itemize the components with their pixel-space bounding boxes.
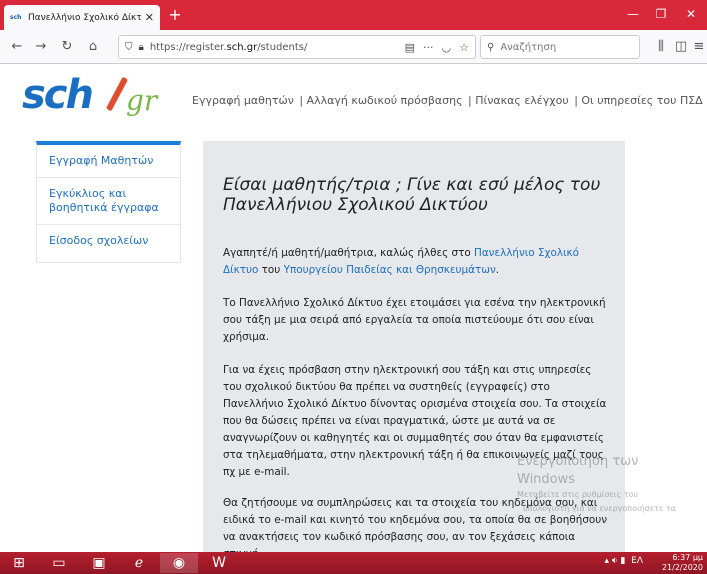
- browser-titlebar: sch Πανελλήνιο Σχολικό Δίκτυο - Ε ✕ + — …: [0, 0, 707, 30]
- activation-watermark-hint1: Μεταβείτε στις ρυθμίσεις του: [517, 490, 639, 499]
- window-close-button[interactable]: ✕: [679, 4, 703, 24]
- paragraph-classroom: Το Πανελλήνιο Σχολικό Δίκτυο έχει ετοιμά…: [223, 297, 606, 343]
- word-icon[interactable]: W: [200, 553, 238, 573]
- shield-icon[interactable]: ⛉: [125, 42, 133, 53]
- sidebar-item-registration[interactable]: Εγγραφή Μαθητών: [37, 145, 180, 178]
- internet-explorer-icon[interactable]: ℯ: [120, 553, 158, 573]
- control-panel-icon[interactable]: ▣: [80, 553, 118, 573]
- address-bar[interactable]: ⛉ 🔒︎ https://register.sch.gr/students/ ▤…: [118, 35, 476, 59]
- browser-navbar: ← → ↻ ⌂ ⛉ 🔒︎ https://register.sch.gr/stu…: [0, 30, 707, 64]
- menu-icon[interactable]: ≡: [690, 38, 707, 56]
- logo-tld-text: gr: [126, 84, 158, 117]
- home-button[interactable]: ⌂: [84, 38, 102, 56]
- logo-pencil-icon: [105, 76, 129, 112]
- reload-button[interactable]: ↻: [58, 38, 76, 56]
- bookmark-star-icon[interactable]: ☆: [459, 41, 469, 54]
- intro-paragraph: Αγαπητέ/ή μαθητή/μαθήτρια, καλώς ήλθες σ…: [223, 247, 580, 276]
- tray-arrow-icon[interactable]: ▴: [605, 556, 610, 566]
- sidebar: Εγγραφή Μαθητών Εγκύκλιος και βοηθητικά …: [36, 141, 181, 263]
- lock-icon[interactable]: 🔒︎: [139, 42, 144, 53]
- browser-tab[interactable]: sch Πανελλήνιο Σχολικό Δίκτυο - Ε ✕: [4, 5, 160, 30]
- page-actions-icon[interactable]: ···: [423, 41, 434, 54]
- page-title: Είσαι μαθητής/τρια ; Γίνε και εσύ μέλος …: [223, 175, 601, 215]
- url-text: https://register.sch.gr/students/: [149, 41, 308, 53]
- nav-link-control-panel[interactable]: | Πίνακας ελέγχου: [468, 94, 569, 107]
- tab-title: Πανελλήνιο Σχολικό Δίκτυο - Ε: [28, 12, 141, 23]
- system-tray[interactable]: ▴ 🔉︎ ▮ ΕΛ: [605, 556, 643, 566]
- firefox-icon[interactable]: ◉: [160, 553, 198, 573]
- activation-watermark-title: Ενεργοποίηση των: [517, 454, 639, 469]
- search-icon: ⚲: [487, 41, 495, 53]
- search-placeholder: Αναζήτηση: [500, 41, 557, 53]
- nav-link-change-password[interactable]: | Αλλαγή κωδικού πρόσβασης: [299, 94, 462, 107]
- logo-main-text: sch: [22, 72, 94, 118]
- language-indicator[interactable]: ΕΛ: [631, 556, 643, 566]
- nav-link-services[interactable]: | Οι υπηρεσίες του ΠΣΔ: [574, 94, 703, 107]
- search-input[interactable]: ⚲ Αναζήτηση: [480, 35, 640, 59]
- link-ministry[interactable]: Υπουργείου Παιδείας και Θρησκευμάτων: [284, 264, 496, 276]
- activation-watermark-windows: Windows: [517, 472, 576, 487]
- sidebar-item-documents[interactable]: Εγκύκλιος και βοηθητικά έγγραφα: [37, 178, 180, 225]
- start-windows-icon[interactable]: ⊞: [0, 553, 38, 573]
- maximize-button[interactable]: ❐: [649, 4, 673, 24]
- new-tab-button[interactable]: +: [166, 6, 184, 24]
- back-button[interactable]: ←: [8, 38, 26, 56]
- site-top-nav: Εγγραφή μαθητών | Αλλαγή κωδικού πρόσβασ…: [192, 94, 707, 107]
- minimize-button[interactable]: —: [621, 4, 645, 24]
- nav-link-student-registration[interactable]: Εγγραφή μαθητών: [192, 94, 294, 107]
- reader-view-icon[interactable]: ▤: [405, 41, 415, 54]
- forward-button[interactable]: →: [32, 38, 50, 56]
- pocket-icon[interactable]: ◡: [442, 41, 452, 54]
- sidebar-item-school-login[interactable]: Είσοδος σχολείων: [37, 225, 180, 257]
- activation-watermark-hint2: υπολογιστή για να ενεργοποιήσετε τα: [523, 504, 676, 513]
- clock[interactable]: 6:37 μμ 21/2/2020: [657, 553, 703, 573]
- file-explorer-icon[interactable]: ▭: [40, 553, 78, 573]
- site-favicon-icon: sch: [10, 13, 22, 21]
- library-icon[interactable]: ⫼: [652, 38, 670, 56]
- sch-logo[interactable]: sch gr: [22, 72, 172, 120]
- sidebar-toggle-icon[interactable]: ◫: [672, 38, 690, 56]
- close-tab-icon[interactable]: ✕: [145, 11, 154, 24]
- network-icon[interactable]: ▮: [620, 556, 625, 566]
- volume-icon[interactable]: 🔉︎: [612, 556, 618, 566]
- windows-taskbar: ⊞ ▭ ▣ ℯ ◉ W ▴ 🔉︎ ▮ ΕΛ 6:37 μμ 21/2/2020: [0, 552, 707, 574]
